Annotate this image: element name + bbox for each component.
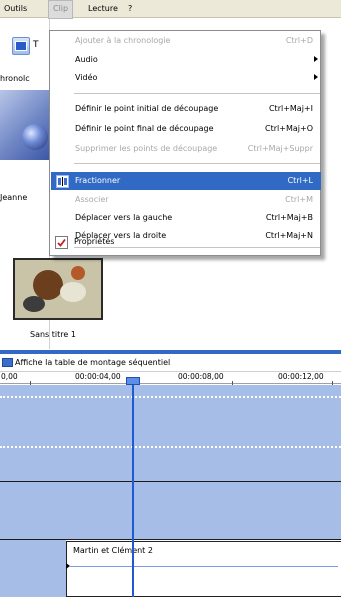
menu-lecture[interactable]: Lecture <box>84 0 122 18</box>
menu-item-set-end-trim[interactable]: Définir le point final de découpage Ctrl… <box>51 120 321 138</box>
clip-dropdown-menu: Ajouter à la chronologie Ctrl+D Audio Vi… <box>49 30 321 256</box>
menu-item-shortcut: Ctrl+M <box>285 195 313 204</box>
video-track[interactable] <box>0 385 341 540</box>
playhead-line[interactable] <box>132 379 134 597</box>
ruler-label-4: 00:00:04,00 <box>75 372 121 381</box>
menu-item-shortcut: Ctrl+Maj+B <box>265 213 313 222</box>
submenu-arrow-icon <box>314 56 318 62</box>
track-border <box>0 481 341 482</box>
menu-item-label: Vidéo <box>75 73 98 82</box>
clip-figure-shape <box>23 296 45 312</box>
menu-item-label: Audio <box>75 55 98 64</box>
menu-item-shortcut: Ctrl+Maj+Suppr <box>247 144 313 153</box>
menu-outils[interactable]: Outils <box>0 0 31 18</box>
tasks-icon <box>15 41 27 51</box>
collection-label: hronolc <box>0 74 30 83</box>
menu-item-properties[interactable]: Propriétés <box>50 233 320 251</box>
menu-item-label: Définir le point initial de découpage <box>75 104 219 113</box>
submenu-arrow-icon <box>314 74 318 80</box>
clip-figure-shape <box>71 266 85 280</box>
timeline-separator <box>0 350 341 354</box>
menu-item-label: Supprimer les points de découpage <box>75 144 218 153</box>
menu-item-shortcut: Ctrl+Maj+O <box>265 124 313 133</box>
menu-item-split[interactable]: Fractionner Ctrl+L <box>51 172 321 190</box>
audio-waveform <box>70 566 338 567</box>
clip-figure-shape <box>60 282 86 302</box>
tasks-button-label: T <box>33 40 39 50</box>
clip-label: Sans titre 1 <box>30 330 76 339</box>
menu-spacer <box>49 256 321 257</box>
playhead-handle[interactable] <box>126 377 140 385</box>
ruler-label-8: 00:00:08,00 <box>178 372 224 381</box>
menu-item-add-to-timeline[interactable]: Ajouter à la chronologie Ctrl+D <box>51 32 321 50</box>
track-divider <box>0 446 341 448</box>
collection-thumbnail[interactable] <box>0 90 50 160</box>
ruler-label-12: 00:00:12,00 <box>278 372 324 381</box>
menu-item-label: Associer <box>75 195 109 204</box>
menu-item-label: Déplacer vers la gauche <box>75 213 173 222</box>
menu-item-set-start-trim[interactable]: Définir le point initial de découpage Ct… <box>51 100 321 118</box>
menu-help[interactable]: ? <box>124 0 136 18</box>
ruler-label-0: 0,00 <box>1 372 18 381</box>
menu-separator <box>74 163 320 164</box>
collection-name: Jeanne <box>0 193 28 202</box>
menu-item-shortcut: Ctrl+D <box>285 36 313 45</box>
track-divider <box>0 396 341 398</box>
properties-icon <box>55 236 68 249</box>
storyboard-icon[interactable] <box>2 358 13 367</box>
menu-item-shortcut: Ctrl+L <box>287 176 313 185</box>
menu-item-label: Ajouter à la chronologie <box>75 36 171 45</box>
menu-item-label: Propriétés <box>74 237 115 246</box>
menu-item-video[interactable]: Vidéo <box>51 69 321 87</box>
clip-thumbnail[interactable] <box>13 258 103 320</box>
menu-separator <box>74 93 320 94</box>
split-icon <box>56 175 69 188</box>
menu-item-combine[interactable]: Associer Ctrl+M <box>51 191 321 209</box>
menu-item-clear-trim[interactable]: Supprimer les points de découpage Ctrl+M… <box>51 140 321 158</box>
audio-start-marker-icon <box>66 563 70 569</box>
menu-clip[interactable]: Clip <box>48 0 74 19</box>
timeline-toggle-label[interactable]: Affiche la table de montage séquentiel <box>15 358 170 367</box>
audio-track-empty[interactable] <box>0 540 66 597</box>
menu-item-shortcut: Ctrl+Maj+I <box>268 104 313 113</box>
menu-item-audio[interactable]: Audio <box>51 51 321 69</box>
menu-item-move-left[interactable]: Déplacer vers la gauche Ctrl+Maj+B <box>51 209 321 227</box>
menu-item-label: Définir le point final de découpage <box>75 124 214 133</box>
collection-sphere-icon <box>22 124 48 150</box>
menu-bar: Outils Clip Lecture ? <box>0 0 341 19</box>
menu-item-label: Fractionner <box>75 176 121 185</box>
audio-clip-label: Martin et Clément 2 <box>73 546 153 555</box>
